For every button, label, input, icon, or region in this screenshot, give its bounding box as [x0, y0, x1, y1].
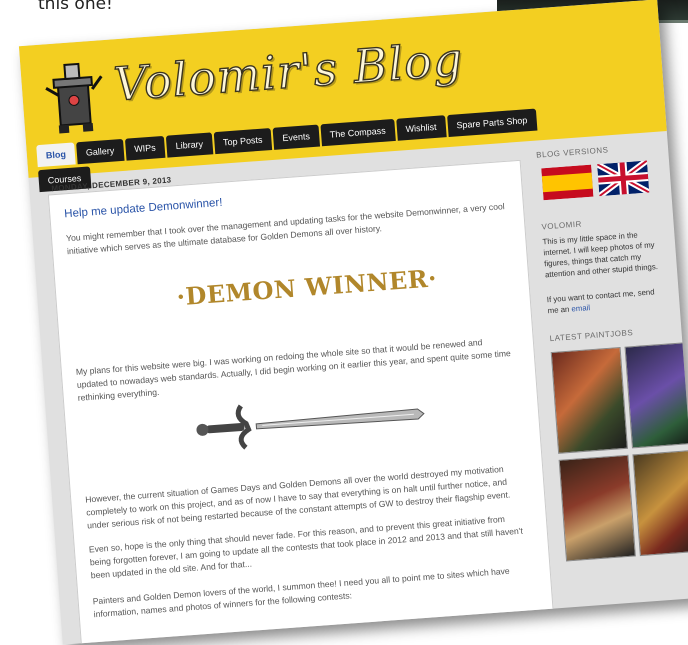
blog-title[interactable]: Volomir's Blog [111, 31, 465, 112]
tab-wips[interactable]: WIPs [124, 135, 166, 161]
contact-text: If you want to contact me, send me an em… [546, 286, 665, 317]
blog-screenshot: Volomir's Blog Blog Gallery WIPs Library Top… [18, 0, 688, 645]
tab-wishlist[interactable]: Wishlist [395, 115, 447, 141]
paintjob-thumbnail[interactable] [624, 341, 688, 449]
paintjob-thumbnail[interactable] [632, 449, 688, 557]
post-title-link[interactable]: Help me update Demonwinner! [64, 197, 223, 221]
tab-events[interactable]: Events [272, 124, 320, 150]
tab-the-compass[interactable]: The Compass [319, 118, 396, 147]
about-text: This is my little space in the internet.… [542, 230, 659, 280]
contact-label: If you want to contact me, send me an [546, 287, 655, 316]
about-heading: VOLOMIR [541, 219, 583, 232]
tab-gallery[interactable]: Gallery [76, 138, 125, 165]
tab-library[interactable]: Library [165, 132, 213, 158]
paintjob-thumbnail[interactable] [550, 346, 628, 454]
post-paragraph: My plans for this website were big. I wa… [75, 337, 512, 403]
paintjob-thumbnail[interactable] [558, 454, 636, 562]
spain-flag-icon[interactable] [541, 164, 594, 201]
robot-bin-logo-icon [45, 62, 103, 134]
uk-flag-icon[interactable] [597, 160, 650, 197]
tab-top-posts[interactable]: Top Posts [213, 128, 273, 155]
tab-blog[interactable]: Blog [36, 142, 76, 168]
intro-text: this one! [38, 0, 113, 14]
email-link[interactable]: email [571, 303, 590, 313]
latest-paintjobs-heading: LATEST PAINTJOBS [549, 328, 634, 344]
sword-icon [196, 404, 425, 450]
blog-post: Help me update Demonwinner! You might re… [47, 159, 556, 645]
tab-spare-parts-shop[interactable]: Spare Parts Shop [446, 108, 538, 138]
demon-winner-banner: ·DEMON WINNER· [175, 263, 438, 312]
